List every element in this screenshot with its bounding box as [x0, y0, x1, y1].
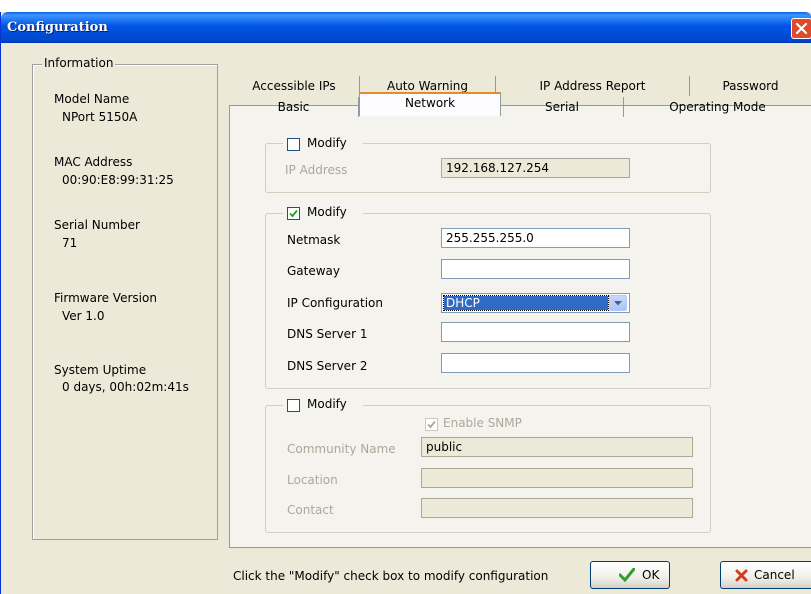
system-uptime-value: 0 days, 00h:02m:41s — [62, 380, 189, 394]
tab-label: Accessible IPs — [252, 79, 336, 93]
dns-server-1-field[interactable] — [441, 322, 630, 342]
modify-label-3: Modify — [307, 397, 347, 411]
information-legend: Information — [42, 56, 116, 70]
tab-network[interactable]: Network — [359, 92, 501, 116]
model-name-value: NPort 5150A — [62, 110, 138, 124]
modify-checkbox-row-3[interactable]: Modify — [283, 397, 363, 413]
modify-checkbox-2[interactable] — [287, 207, 300, 220]
modify-label-2: Modify — [307, 205, 347, 219]
serial-number-value: 71 — [62, 236, 78, 250]
modify-label-1: Modify — [307, 136, 347, 150]
dns-server-2-label: DNS Server 2 — [287, 359, 368, 373]
ip-configuration-value: DHCP — [443, 295, 609, 311]
title-bar[interactable]: Configuration — [1, 12, 811, 43]
tab-password[interactable]: Password — [690, 76, 811, 96]
netmask-value: 255.255.255.0 — [446, 231, 534, 245]
ip-configuration-label: IP Configuration — [287, 296, 383, 310]
tab-ip-address-report[interactable]: IP Address Report — [496, 76, 690, 96]
dropdown-button[interactable] — [609, 295, 627, 311]
mac-address-value: 00:90:E8:99:31:25 — [62, 173, 174, 187]
enable-snmp-label: Enable SNMP — [443, 416, 522, 430]
firmware-version-value: Ver 1.0 — [62, 309, 105, 323]
gateway-field[interactable] — [441, 259, 630, 279]
cancel-label: Cancel — [754, 568, 795, 582]
ip-address-label: IP Address — [285, 163, 348, 177]
footer-hint: Click the "Modify" check box to modify c… — [233, 569, 549, 583]
modify-checkbox-1[interactable] — [287, 138, 300, 151]
window-title: Configuration — [7, 20, 108, 35]
serial-number-label: Serial Number — [54, 218, 140, 232]
chevron-down-icon — [614, 301, 622, 306]
tab-label: IP Address Report — [539, 79, 646, 93]
community-name-label: Community Name — [287, 442, 396, 456]
modify-checkbox-row-2[interactable]: Modify — [283, 205, 363, 221]
community-name-field[interactable]: public — [421, 437, 693, 457]
ok-label: OK — [642, 568, 660, 582]
ip-address-field[interactable]: 192.168.127.254 — [441, 158, 630, 178]
ip-configuration-select[interactable]: DHCP — [441, 293, 630, 313]
tab-label: Operating Mode — [669, 100, 766, 114]
community-name-value: public — [426, 440, 463, 454]
model-name-label: Model Name — [54, 92, 130, 106]
system-uptime-label: System Uptime — [54, 363, 147, 377]
dns-server-1-label: DNS Server 1 — [287, 327, 368, 341]
tab-serial[interactable]: Serial — [501, 97, 624, 117]
netmask-field[interactable]: 255.255.255.0 — [441, 228, 630, 248]
dns-server-2-field[interactable] — [441, 353, 630, 373]
checkmark-icon — [289, 209, 298, 218]
x-icon — [735, 569, 748, 582]
tab-accessible-ips[interactable]: Accessible IPs — [229, 76, 360, 96]
modify-checkbox-3[interactable] — [287, 399, 300, 412]
gateway-label: Gateway — [287, 264, 341, 278]
mac-address-label: MAC Address — [54, 155, 133, 169]
firmware-version-label: Firmware Version — [54, 291, 157, 305]
tab-label: Password — [722, 79, 779, 93]
tab-label: Serial — [545, 100, 579, 114]
checkmark-icon — [427, 420, 436, 429]
contact-field[interactable] — [421, 498, 693, 518]
tab-operating-mode[interactable]: Operating Mode — [624, 97, 811, 117]
tab-label: Basic — [277, 100, 310, 114]
tab-label: Auto Warning — [386, 79, 468, 93]
tab-label: Network — [404, 96, 456, 110]
modify-checkbox-row-1[interactable]: Modify — [283, 136, 363, 152]
tab-basic[interactable]: Basic — [229, 97, 359, 117]
cancel-button[interactable]: Cancel — [720, 561, 811, 589]
close-button[interactable] — [791, 18, 811, 39]
ok-button[interactable]: OK — [590, 561, 670, 589]
location-field[interactable] — [421, 468, 693, 488]
ip-address-value: 192.168.127.254 — [446, 161, 550, 175]
enable-snmp-checkbox[interactable] — [425, 418, 438, 431]
location-label: Location — [287, 473, 338, 487]
close-icon — [795, 22, 808, 35]
netmask-label: Netmask — [287, 233, 341, 247]
contact-label: Contact — [287, 503, 334, 517]
checkmark-icon — [619, 568, 635, 582]
